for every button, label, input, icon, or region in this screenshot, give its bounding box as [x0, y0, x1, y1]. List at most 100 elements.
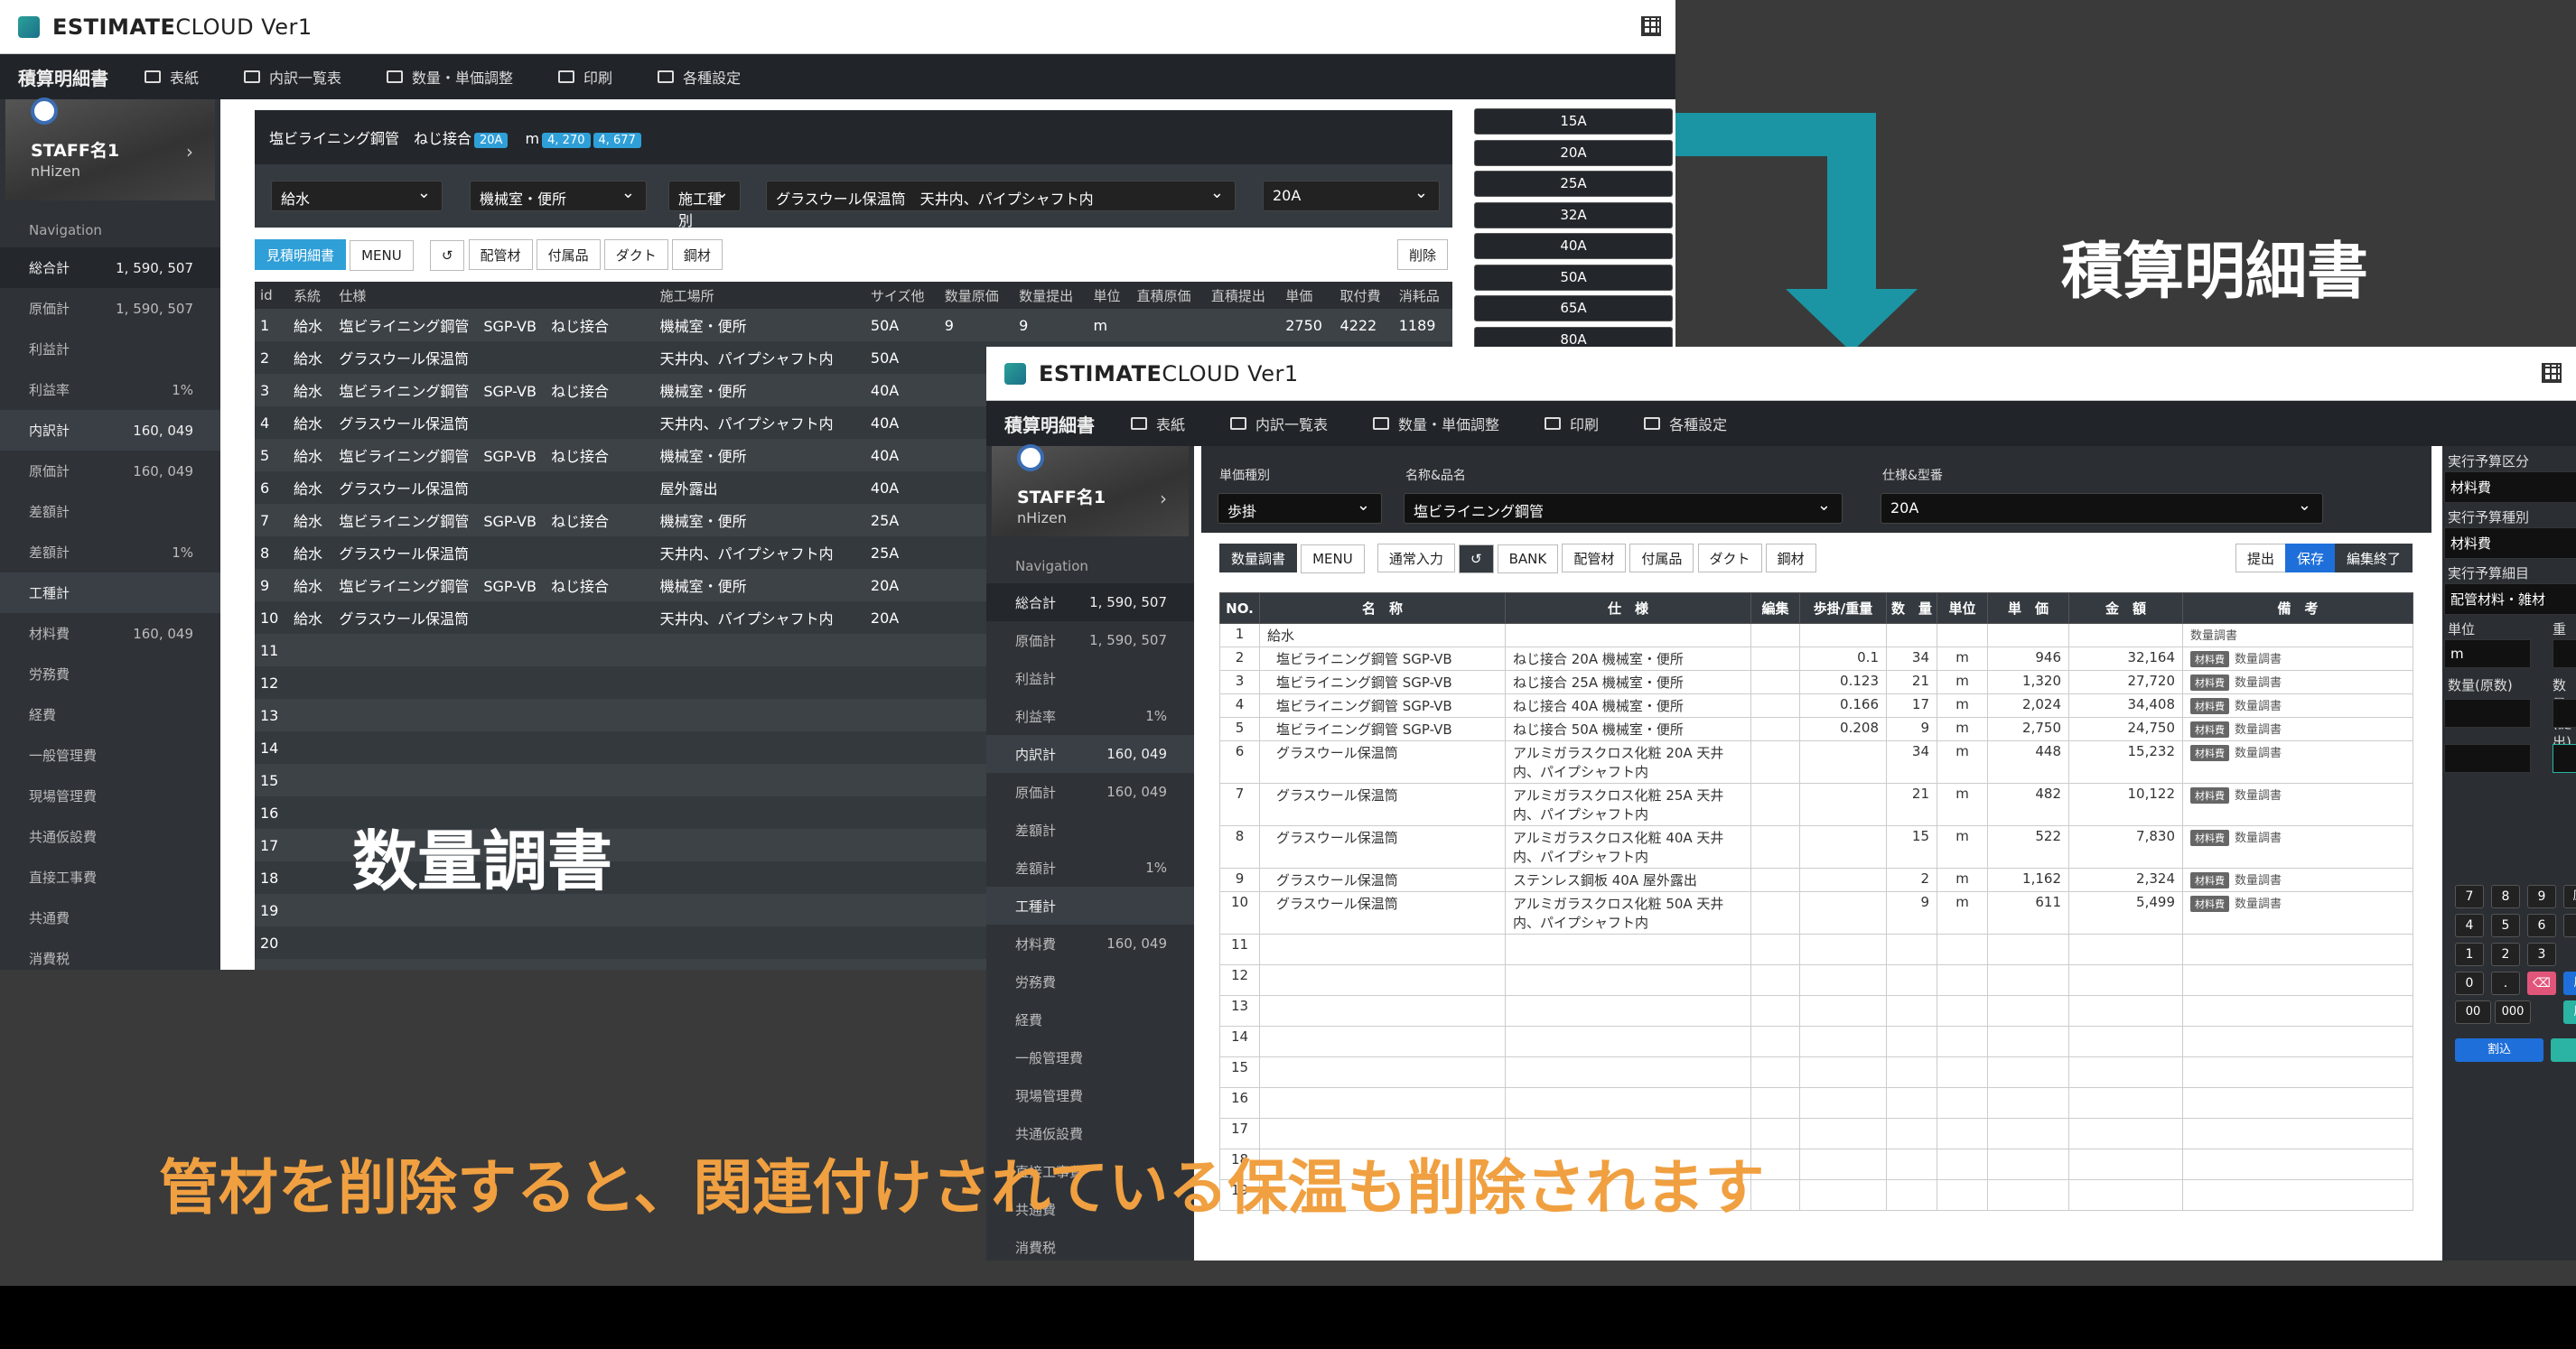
insulation-select[interactable]: グラスウール保温筒 天井内、パイプシャフト内: [766, 181, 1236, 211]
keypad-key[interactable]: 原=提: [2563, 972, 2576, 995]
budget-class-select[interactable]: 材料費: [2444, 471, 2576, 503]
keypad-key[interactable]: 原数量: [2563, 885, 2576, 908]
sidebar-item[interactable]: 総合計 1, 590, 507: [986, 583, 1194, 621]
nav-brand[interactable]: 積算明細書: [0, 64, 145, 90]
table-row[interactable]: 8 グラスウール保温筒 アルミガラスクロス化粧 40A 天井内、パイプシャフト内 15…: [1219, 825, 2413, 869]
size-select[interactable]: 20A: [1263, 181, 1440, 211]
normal-input-button[interactable]: 通常入力: [1377, 544, 1455, 572]
table-row[interactable]: 10 グラスウール保温筒 アルミガラスクロス化粧 50A 天井内、パイプシャフト内 9…: [1219, 891, 2413, 935]
nav-brand-2[interactable]: 積算明細書: [986, 411, 1131, 437]
keypad-key[interactable]: 6: [2527, 914, 2556, 937]
sidebar-item[interactable]: 利益計: [986, 659, 1194, 697]
bank-button[interactable]: BANK: [1497, 544, 1559, 573]
column-header[interactable]: サイズ他: [864, 282, 939, 309]
table-row[interactable]: 12: [1219, 964, 2413, 996]
undo-button[interactable]: ↺: [429, 239, 465, 271]
place-select[interactable]: 機械室・便所: [470, 181, 647, 211]
sidebar-item[interactable]: 原価計 1, 590, 507: [986, 621, 1194, 659]
item-name[interactable]: 塩ビライニング鋼管 SGP-VB: [1259, 693, 1506, 718]
edit-cell[interactable]: [1750, 717, 1800, 741]
sidebar-item[interactable]: 差額計: [986, 811, 1194, 849]
extra-select[interactable]: [2444, 744, 2531, 773]
edit-cell[interactable]: [1750, 783, 1800, 826]
nav-cover[interactable]: 表紙: [145, 66, 199, 88]
sidebar-item[interactable]: 利益率 1%: [0, 369, 220, 410]
steel-button[interactable]: 鋼材: [671, 239, 723, 270]
edit-cell[interactable]: [1750, 825, 1800, 869]
table-row[interactable]: 16: [1219, 1087, 2413, 1119]
column-header[interactable]: 数 量: [1886, 592, 1937, 624]
save-button[interactable]: 保存: [2284, 544, 2336, 572]
item-spec[interactable]: ステンレス鋼板 40A 屋外露出: [1505, 868, 1751, 892]
sidebar-item[interactable]: 差額計 1%: [0, 532, 220, 572]
sidebar-item[interactable]: 差額計: [0, 491, 220, 532]
item-spec[interactable]: [1505, 623, 1751, 647]
delete-button[interactable]: 削除: [1396, 239, 1448, 270]
table-row[interactable]: 9 グラスウール保温筒 ステンレス鋼板 40A 屋外露出 2 m 1,162 2,324 材料…: [1219, 868, 2413, 892]
column-header[interactable]: 単位: [1087, 282, 1132, 309]
table-row[interactable]: 11: [1219, 934, 2413, 965]
column-header[interactable]: NO.: [1219, 592, 1260, 624]
keypad-key[interactable]: 4: [2455, 914, 2484, 937]
keypad-key[interactable]: 1: [2455, 943, 2484, 966]
name-input[interactable]: 塩ビライニング鋼管: [1404, 493, 1843, 524]
keypad-key[interactable]: 数量: [2563, 914, 2576, 937]
keypad-key[interactable]: 9: [2527, 885, 2556, 908]
sidebar-item[interactable]: 直接工事費: [0, 857, 220, 898]
edit-cell[interactable]: [1750, 693, 1800, 718]
undo-button[interactable]: ↺: [1458, 544, 1494, 573]
sidebar-item[interactable]: 工種計: [986, 887, 1194, 925]
extra-input[interactable]: [2553, 744, 2576, 773]
table-row[interactable]: 6 グラスウール保温筒 アルミガラスクロス化粧 20A 天井内、パイプシャフト内 34…: [1219, 740, 2413, 784]
sidebar-item[interactable]: 材料費 160, 049: [0, 613, 220, 654]
sidebar-item[interactable]: 共通費: [0, 898, 220, 938]
sidebar-item[interactable]: 利益率 1%: [986, 697, 1194, 735]
work-type-select[interactable]: 施工種別: [668, 181, 741, 229]
nav-breakdown[interactable]: 内訳一覧表: [1230, 413, 1328, 434]
estimate-detail-button[interactable]: 見積明細書: [255, 239, 347, 270]
keypad-key[interactable]: 追加: [2551, 1038, 2576, 1062]
fittings-button[interactable]: 付属品: [1629, 544, 1694, 572]
column-header[interactable]: 単 価: [1987, 592, 2069, 624]
sidebar-item[interactable]: 利益計: [0, 329, 220, 369]
nav-settings[interactable]: 各種設定: [1644, 413, 1727, 434]
pipe-material-button[interactable]: 配管材: [468, 239, 533, 270]
keypad-key[interactable]: 2: [2491, 943, 2520, 966]
table-row[interactable]: 4 塩ビライニング鋼管 SGP-VB ねじ接合 40A 機械室・便所 0.166 17 m…: [1219, 693, 2413, 718]
keypad-key[interactable]: 000: [2495, 1000, 2531, 1024]
qty-raw-input[interactable]: [2444, 699, 2531, 728]
column-header[interactable]: 施工場所: [654, 282, 865, 309]
keypad-key[interactable]: 3: [2527, 943, 2556, 966]
keypad-key[interactable]: 0: [2455, 972, 2484, 995]
nav-breakdown[interactable]: 内訳一覧表: [244, 66, 341, 88]
keypad-key[interactable]: 8: [2491, 885, 2520, 908]
keypad-key[interactable]: .: [2491, 972, 2520, 995]
column-header[interactable]: 直積提出: [1205, 282, 1281, 309]
keypad-key[interactable]: 5: [2491, 914, 2520, 937]
item-name[interactable]: グラスウール保温筒: [1259, 783, 1506, 826]
item-spec[interactable]: アルミガラスクロス化粧 20A 天井内、パイプシャフト内: [1505, 740, 1751, 784]
sidebar-item[interactable]: 原価計 160, 049: [986, 773, 1194, 811]
sidebar-item[interactable]: 労務費: [0, 654, 220, 694]
column-header[interactable]: 金 額: [2068, 592, 2183, 624]
column-header[interactable]: 編集: [1750, 592, 1800, 624]
qty-submit-input[interactable]: [2553, 699, 2576, 728]
nav-adjust[interactable]: 数量・単価調整: [1373, 413, 1499, 434]
item-spec[interactable]: ねじ接合 40A 機械室・便所: [1505, 693, 1751, 718]
nav-adjust[interactable]: 数量・単価調整: [387, 66, 513, 88]
item-spec[interactable]: アルミガラスクロス化粧 50A 天井内、パイプシャフト内: [1505, 891, 1751, 935]
nav-print[interactable]: 印刷: [558, 66, 612, 88]
sidebar-item[interactable]: 労務費: [986, 963, 1194, 1000]
column-header[interactable]: 数量提出: [1013, 282, 1088, 309]
menu-button[interactable]: MENU: [350, 239, 414, 271]
column-header[interactable]: 名 称: [1259, 592, 1506, 624]
column-header[interactable]: 数量原価: [938, 282, 1014, 309]
budget-type-input[interactable]: 材料費: [2444, 527, 2576, 559]
column-header[interactable]: 消耗品: [1393, 282, 1452, 309]
column-header[interactable]: 単価: [1280, 282, 1335, 309]
sidebar-item[interactable]: 現場管理費: [0, 776, 220, 816]
item-name[interactable]: グラスウール保温筒: [1259, 868, 1506, 892]
edit-cell[interactable]: [1750, 670, 1800, 694]
sidebar-item[interactable]: 内訳計 160, 049: [0, 410, 220, 451]
table-row[interactable]: 14: [1219, 1026, 2413, 1057]
